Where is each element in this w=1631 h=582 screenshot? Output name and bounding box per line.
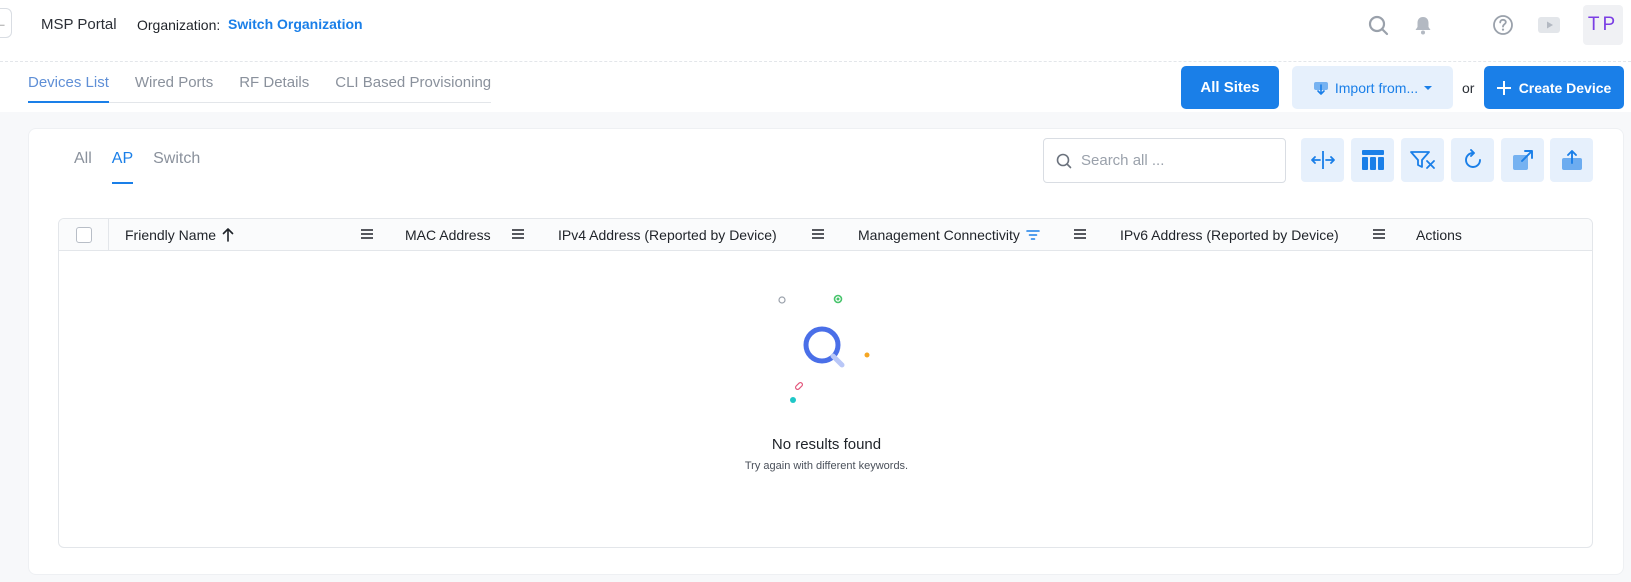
all-sites-button[interactable]: All Sites (1181, 66, 1279, 109)
help-icon[interactable] (1490, 12, 1516, 38)
search-field[interactable] (1043, 138, 1286, 183)
user-avatar[interactable]: TP (1583, 5, 1623, 45)
column-ipv4-address[interactable]: IPv4 Address (Reported by Device) (558, 227, 777, 243)
refresh-icon (1464, 149, 1481, 168)
or-separator: or (1462, 80, 1475, 96)
column-menu-icon[interactable] (359, 226, 375, 242)
back-button[interactable]: ← (0, 8, 12, 38)
column-mac-address[interactable]: MAC Address (405, 227, 491, 243)
column-menu-icon[interactable] (1072, 226, 1088, 242)
table-header: Friendly Name MAC Address IPv4 Address (… (59, 219, 1592, 251)
type-tab-all[interactable]: All (74, 150, 92, 184)
column-management-connectivity[interactable]: Management Connectivity (858, 227, 1040, 243)
caret-down-icon (1424, 85, 1433, 90)
resize-columns-button[interactable] (1301, 138, 1344, 182)
column-layout-button[interactable] (1351, 138, 1394, 182)
column-ipv6-address[interactable]: IPv6 Address (Reported by Device) (1120, 227, 1339, 243)
column-friendly-name[interactable]: Friendly Name (125, 227, 234, 243)
device-type-tabs: All AP Switch (74, 150, 200, 184)
no-results-illustration (778, 294, 870, 403)
clear-filter-icon (1409, 151, 1435, 169)
column-menu-icon[interactable] (810, 226, 826, 242)
app-title: MSP Portal (41, 16, 117, 33)
tab-devices-list[interactable]: Devices List (28, 74, 109, 103)
column-management-connectivity-label: Management Connectivity (858, 227, 1020, 243)
export-button[interactable] (1550, 138, 1593, 182)
resize-columns-icon (1310, 151, 1335, 169)
clear-filters-button[interactable] (1401, 138, 1444, 182)
empty-state-subtitle: Try again with different keywords. (744, 460, 909, 472)
column-mac-address-label: MAC Address (405, 227, 491, 243)
tab-rf-details[interactable]: RF Details (239, 74, 309, 102)
column-friendly-name-label: Friendly Name (125, 227, 217, 243)
export-icon (1561, 150, 1582, 170)
search-input[interactable] (1081, 152, 1271, 169)
create-device-button[interactable]: Create Device (1484, 66, 1624, 109)
column-actions: Actions (1416, 227, 1462, 243)
page-tabs: Devices List Wired Ports RF Details CLI … (28, 74, 492, 103)
column-ipv6-address-label: IPv6 Address (Reported by Device) (1120, 227, 1339, 243)
search-icon[interactable] (1365, 12, 1391, 38)
select-all-cell (59, 219, 109, 251)
organization-label: Organization: (137, 17, 221, 33)
top-bar: ← MSP Portal Organization: Switch Organi… (0, 0, 1631, 62)
sort-ascending-icon (222, 228, 234, 242)
switch-organization-link[interactable]: Switch Organization (228, 16, 363, 32)
create-device-label: Create Device (1518, 79, 1612, 96)
filter-active-icon[interactable] (1026, 229, 1040, 241)
bell-icon[interactable] (1410, 12, 1436, 38)
import-from-label: Import from... (1334, 79, 1419, 96)
column-layout-icon (1361, 150, 1384, 170)
column-menu-icon[interactable] (510, 226, 526, 242)
open-external-icon (1512, 150, 1533, 170)
select-all-checkbox[interactable] (75, 227, 92, 243)
open-external-button[interactable] (1501, 138, 1544, 182)
import-icon (1313, 81, 1328, 95)
plus-icon (1496, 80, 1511, 95)
video-icon[interactable] (1536, 12, 1562, 38)
column-actions-label: Actions (1416, 227, 1462, 243)
type-tab-ap[interactable]: AP (111, 150, 134, 184)
refresh-button[interactable] (1451, 138, 1494, 182)
back-arrow-icon: ← (0, 16, 7, 30)
column-menu-icon[interactable] (1371, 226, 1387, 242)
empty-state-title: No results found (771, 436, 882, 453)
tab-wired-ports[interactable]: Wired Ports (135, 74, 213, 102)
type-tab-switch[interactable]: Switch (153, 150, 200, 184)
import-from-button[interactable]: Import from... (1292, 66, 1453, 109)
search-icon (1056, 153, 1072, 168)
tab-cli-based-provisioning[interactable]: CLI Based Provisioning (335, 74, 491, 102)
column-ipv4-address-label: IPv4 Address (Reported by Device) (558, 227, 777, 243)
